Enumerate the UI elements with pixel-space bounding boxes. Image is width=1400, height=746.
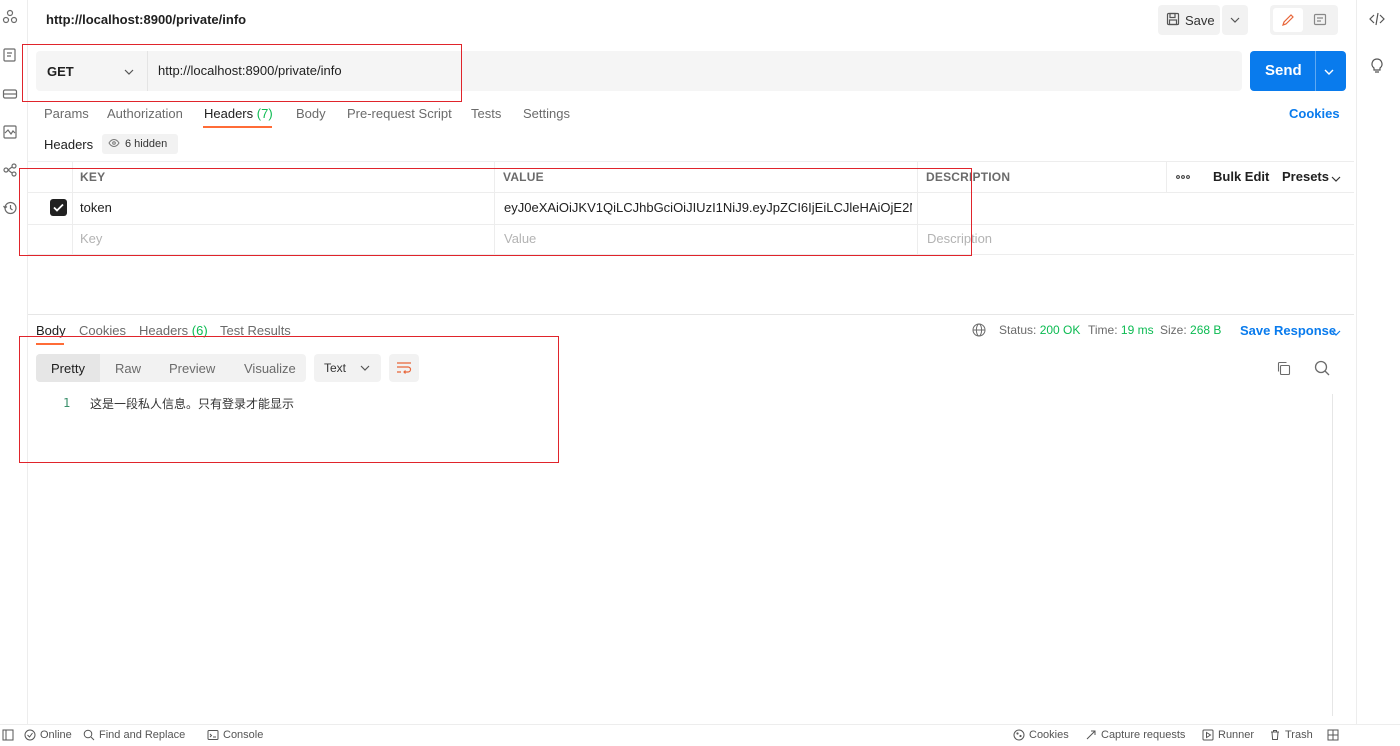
response-time[interactable]: Time: 19 ms (1088, 323, 1154, 337)
save-button[interactable]: Save (1158, 5, 1220, 35)
online-label: Online (40, 729, 72, 741)
size-value: 268 B (1190, 323, 1222, 337)
history-icon[interactable] (2, 200, 18, 216)
response-divider (28, 314, 1354, 315)
headers-section-label: Headers (44, 137, 94, 152)
collections-icon[interactable] (2, 47, 18, 63)
send-label[interactable]: Send (1265, 62, 1302, 79)
response-size[interactable]: Size: 268 B (1160, 323, 1221, 337)
tab-pre-request-script[interactable]: Pre-request Script (347, 106, 452, 121)
tab-headers[interactable]: Headers (7) (204, 106, 273, 121)
runner-label: Runner (1218, 729, 1255, 741)
find-replace-button[interactable]: Find and Replace (83, 729, 185, 741)
chevron-down-icon[interactable] (1331, 324, 1341, 339)
console-button[interactable]: Console (207, 729, 263, 741)
layout-icon[interactable] (1327, 729, 1339, 744)
active-tab-indicator (203, 126, 272, 128)
cookies-link[interactable]: Cookies (1289, 106, 1340, 121)
save-label: Save (1185, 12, 1215, 28)
hidden-headers-count: 6 hidden (125, 138, 168, 150)
monitors-icon[interactable] (2, 124, 18, 140)
request-title: http://localhost:8900/private/info (46, 12, 247, 27)
right-sidebar (1356, 0, 1400, 724)
find-replace-label: Find and Replace (99, 729, 186, 741)
status-value: 200 OK (1039, 323, 1081, 337)
runner-button[interactable]: Runner (1202, 729, 1254, 741)
time-label: Time: (1088, 323, 1118, 337)
response-scrollbar[interactable] (1332, 394, 1333, 716)
highlight-box-headers (19, 168, 972, 256)
chevron-down-icon[interactable] (1331, 170, 1341, 185)
cookie-icon (1013, 729, 1025, 741)
eye-icon (108, 138, 120, 150)
lightbulb-icon[interactable] (1370, 57, 1384, 78)
tab-settings[interactable]: Settings (523, 106, 570, 121)
footer-cookies-button[interactable]: Cookies (1013, 729, 1069, 741)
code-icon[interactable] (1369, 12, 1385, 29)
console-label: Console (223, 729, 264, 741)
presets-dropdown[interactable]: Presets (1282, 169, 1329, 184)
tab-headers-count: (7) (256, 106, 273, 121)
environments-icon[interactable] (2, 86, 18, 102)
tab-authorization[interactable]: Authorization (107, 106, 183, 121)
search-icon (83, 729, 95, 741)
trash-label: Trash (1285, 729, 1313, 741)
size-label: Size: (1160, 323, 1187, 337)
sidebar-toggle-icon[interactable] (2, 729, 14, 744)
console-icon (207, 730, 219, 740)
capture-requests-button[interactable]: Capture requests (1085, 729, 1185, 741)
highlight-box-response (19, 336, 559, 463)
highlight-box-url (22, 44, 462, 102)
table-col-divider (1166, 161, 1167, 192)
tab-headers-label: Headers (204, 106, 254, 121)
table-top-rule (28, 161, 1354, 162)
tab-body[interactable]: Body (296, 106, 326, 121)
save-icon (1166, 12, 1180, 29)
copy-icon[interactable] (1276, 361, 1291, 379)
capture-icon (1086, 730, 1096, 740)
online-icon (24, 729, 36, 741)
chevron-down-icon (1230, 17, 1240, 23)
time-value: 19 ms (1120, 323, 1154, 337)
send-divider (1315, 51, 1316, 91)
search-icon[interactable] (1314, 360, 1330, 379)
tab-tests[interactable]: Tests (471, 106, 501, 121)
pencil-icon[interactable] (1273, 8, 1303, 32)
status-label: Status: (999, 323, 1037, 337)
bulk-edit-button[interactable]: Bulk Edit (1213, 169, 1269, 184)
globe-icon[interactable] (972, 323, 986, 340)
trash-icon (1271, 730, 1279, 740)
apis-icon[interactable] (2, 9, 18, 25)
flows-icon[interactable] (2, 162, 18, 178)
footer-cookies-label: Cookies (1029, 729, 1069, 741)
comment-icon[interactable] (1305, 8, 1335, 32)
response-status[interactable]: Status: 200 OK (999, 323, 1080, 337)
save-response-button[interactable]: Save Response (1240, 323, 1336, 338)
tab-params[interactable]: Params (44, 106, 89, 121)
runner-icon (1202, 729, 1214, 741)
trash-button[interactable]: Trash (1269, 729, 1313, 741)
chevron-down-icon[interactable] (1324, 63, 1334, 78)
save-options-button[interactable] (1222, 5, 1248, 35)
hidden-headers-toggle[interactable]: 6 hidden (102, 134, 178, 154)
online-status[interactable]: Online (24, 729, 72, 741)
more-options-icon[interactable] (1176, 168, 1190, 182)
capture-label: Capture requests (1101, 729, 1186, 741)
